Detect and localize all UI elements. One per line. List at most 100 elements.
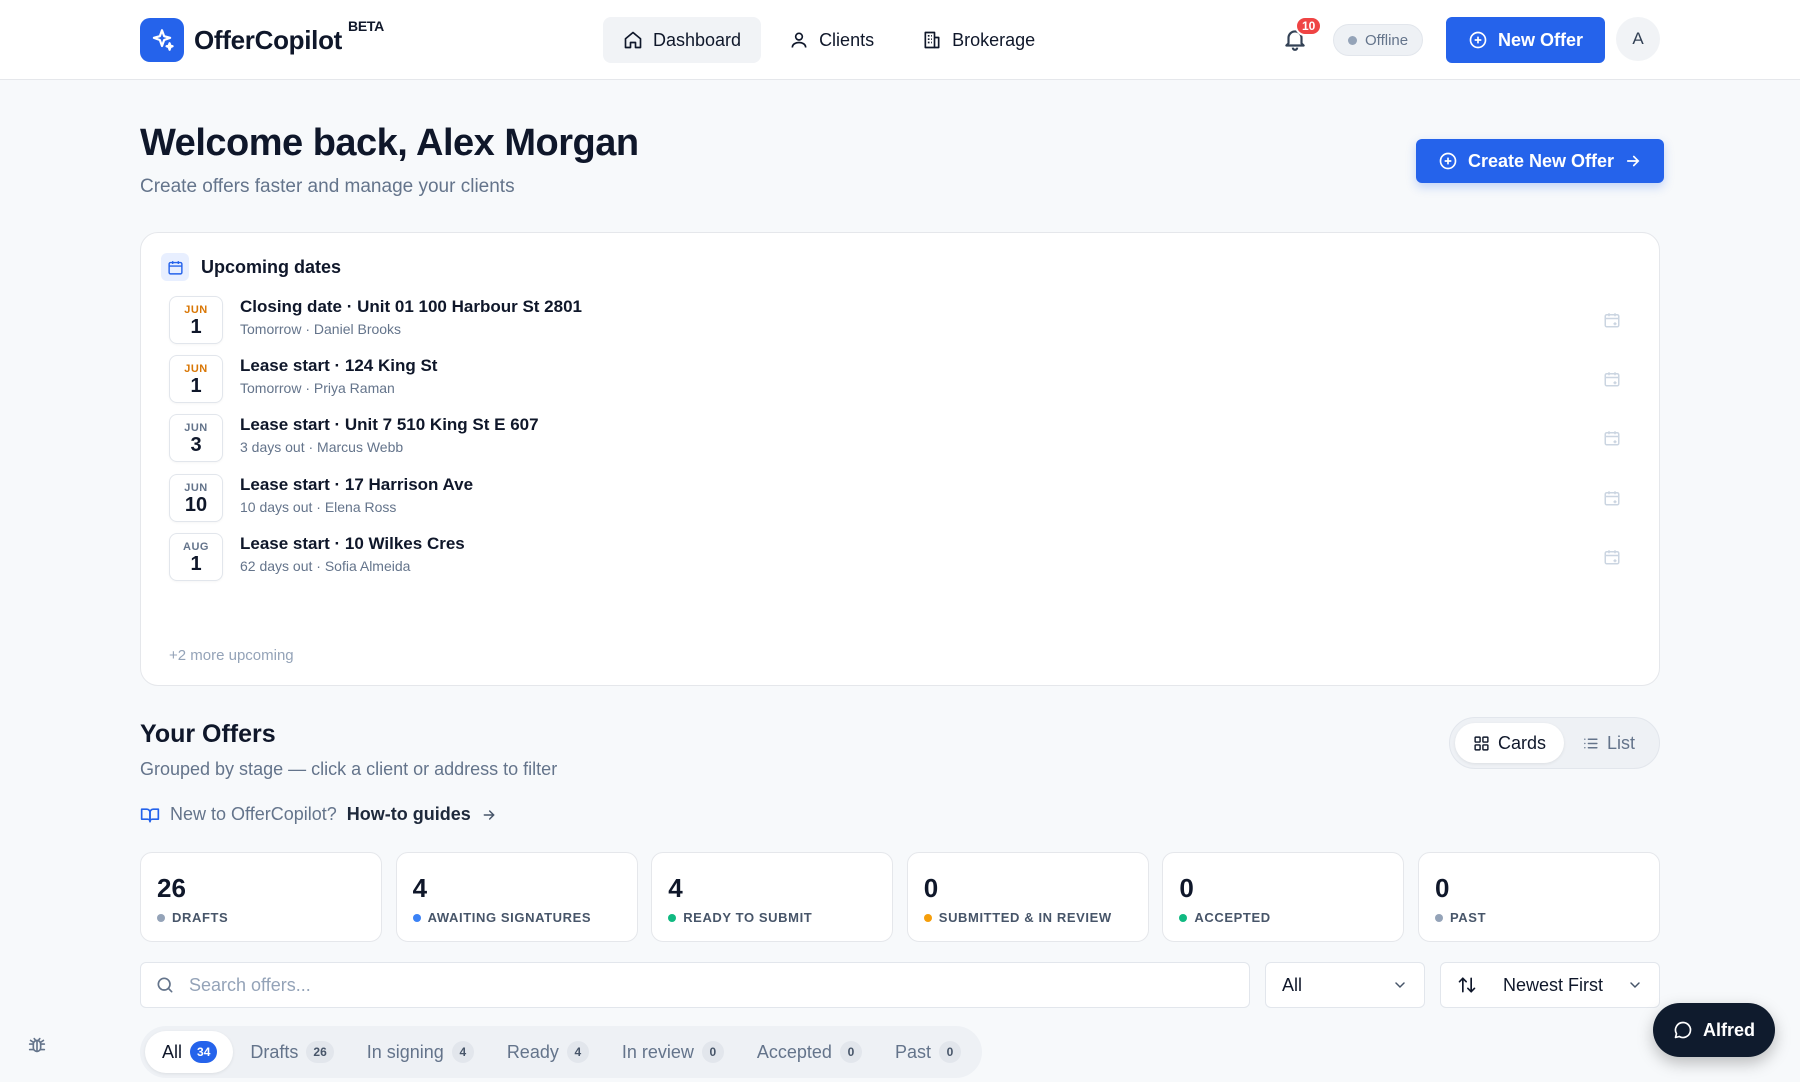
stage-stat-card[interactable]: 0 SUBMITTED & IN REVIEW <box>906 852 1149 942</box>
brand-logo[interactable]: OfferCopilot BETA <box>140 18 384 62</box>
upcoming-dates-card: Upcoming dates JUN 1 Closing date · Unit… <box>140 232 1660 686</box>
top-navigation-bar: OfferCopilot BETA Dashboard Clients Broke… <box>0 0 1800 80</box>
add-to-calendar-icon[interactable] <box>1603 370 1621 388</box>
nav-clients[interactable]: Clients <box>769 17 894 63</box>
status-dot <box>1348 35 1357 45</box>
stage-stat-card[interactable]: 0 PAST <box>1418 852 1660 942</box>
event-subtitle: 10 days out · Elena Ross <box>240 498 397 515</box>
tab-label: In signing <box>366 1041 444 1062</box>
upcoming-event-row[interactable]: JUN 1 Lease start · 124 King St Tomorrow… <box>169 354 1639 404</box>
tab-all[interactable]: All 34 <box>145 1031 234 1073</box>
tab-drafts[interactable]: Drafts 26 <box>233 1031 349 1073</box>
add-to-calendar-icon[interactable] <box>1603 429 1621 447</box>
add-to-calendar-icon[interactable] <box>1603 311 1621 329</box>
offers-section-subtitle: Grouped by stage — click a client or add… <box>140 759 558 779</box>
tab-past[interactable]: Past 0 <box>878 1031 977 1073</box>
home-icon <box>624 31 642 49</box>
main-nav: Dashboard Clients Brokerage <box>603 17 1055 63</box>
page-subtitle: Create offers faster and manage your cli… <box>140 176 515 197</box>
tab-label: Ready <box>506 1041 559 1062</box>
event-subtitle: Tomorrow · Priya Raman <box>240 380 395 397</box>
grid-icon <box>1474 735 1489 751</box>
upcoming-dates-header: Upcoming dates <box>161 253 341 281</box>
create-new-offer-button[interactable]: Create New Offer <box>1416 139 1665 183</box>
upcoming-event-row[interactable]: JUN 10 Lease start · 17 Harrison Ave 10 … <box>169 473 1639 523</box>
sort-select[interactable]: Newest First <box>1440 962 1660 1008</box>
beta-tag: BETA <box>348 17 384 34</box>
event-day: 10 <box>184 493 208 516</box>
add-to-calendar-icon[interactable] <box>1603 489 1621 507</box>
tab-label: All <box>162 1041 183 1062</box>
user-avatar[interactable]: A <box>1616 17 1660 61</box>
view-cards-button[interactable]: Cards <box>1455 723 1565 763</box>
tab-label: In review <box>621 1041 694 1062</box>
nav-dashboard[interactable]: Dashboard <box>603 17 762 63</box>
plus-circle-icon <box>1469 31 1487 49</box>
event-subtitle: 3 days out · Marcus Webb <box>240 439 404 456</box>
tab-label: Past <box>894 1041 931 1062</box>
stat-label-text: AWAITING SIGNATURES <box>427 910 592 925</box>
event-title: Lease start · Unit 7 510 King St E 607 <box>240 415 539 435</box>
event-month: JUN <box>184 304 208 316</box>
alfred-assistant-button[interactable]: Alfred <box>1653 1003 1776 1057</box>
stat-count: 0 <box>923 873 939 903</box>
notification-count-badge: 10 <box>1295 16 1323 36</box>
chat-bubble-icon <box>1674 1021 1692 1039</box>
event-day: 1 <box>190 316 202 338</box>
event-month: JUN <box>184 363 208 376</box>
stat-count: 4 <box>668 873 683 903</box>
tab-count-badge: 34 <box>190 1041 218 1063</box>
stage-dot <box>1435 913 1443 922</box>
event-date-badge: JUN 1 <box>169 296 223 344</box>
calendar-icon <box>161 253 189 281</box>
stage-stat-card[interactable]: 4 READY TO SUBMIT <box>651 852 894 942</box>
arrow-right-icon <box>1626 155 1640 167</box>
event-date-badge: JUN 1 <box>169 355 223 404</box>
stage-stat-card[interactable]: 4 AWAITING SIGNATURES <box>395 852 638 942</box>
new-offer-button[interactable]: New Offer <box>1446 17 1606 63</box>
stage-dot <box>923 913 932 922</box>
event-month: AUG <box>183 540 209 553</box>
upcoming-event-row[interactable]: JUN 3 Lease start · Unit 7 510 King St E… <box>169 413 1639 463</box>
stage-filter-select[interactable]: All <box>1265 962 1425 1008</box>
more-upcoming-link[interactable]: +2 more upcoming <box>169 647 294 664</box>
how-to-guides-link[interactable]: How-to guides <box>347 804 471 825</box>
nav-brokerage[interactable]: Brokerage <box>902 17 1055 63</box>
stat-count: 26 <box>157 873 186 903</box>
event-date-badge: JUN 3 <box>169 414 223 463</box>
stat-label-text: DRAFTS <box>172 910 229 925</box>
upcoming-event-row[interactable]: AUG 1 Lease start · 10 Wilkes Cres 62 da… <box>169 532 1639 582</box>
nav-label: Dashboard <box>653 29 742 50</box>
view-list-button[interactable]: List <box>1564 723 1653 763</box>
create-new-offer-label: Create New Offer <box>1468 150 1615 171</box>
offers-section-title: Your Offers <box>140 720 276 748</box>
event-subtitle: 62 days out · Sofia Almeida <box>240 557 411 574</box>
list-icon <box>1584 738 1598 748</box>
tab-ready[interactable]: Ready 4 <box>490 1031 605 1073</box>
tab-count-badge: 4 <box>451 1041 474 1063</box>
stage-stat-card[interactable]: 0 ACCEPTED <box>1162 852 1405 942</box>
user-icon <box>791 32 807 48</box>
how-to-guides-row: New to OfferCopilot? How-to guides <box>140 804 497 825</box>
search-offers-input[interactable] <box>189 974 1189 996</box>
status-label: Offline <box>1365 31 1409 49</box>
stage-stat-card[interactable]: 26 DRAFTS <box>140 852 382 942</box>
event-day: 1 <box>190 375 202 398</box>
event-title: Lease start · 124 King St <box>240 356 438 376</box>
stat-label: AWAITING SIGNATURES <box>412 910 592 925</box>
chevron-down-icon <box>1630 982 1640 989</box>
event-title: Lease start · 17 Harrison Ave <box>240 474 474 494</box>
stat-label: READY TO SUBMIT <box>668 910 812 925</box>
add-to-calendar-icon[interactable] <box>1603 548 1621 566</box>
upcoming-event-row[interactable]: JUN 1 Closing date · Unit 01 100 Harbour… <box>169 295 1639 345</box>
tab-label: Accepted <box>756 1041 832 1062</box>
tab-count-badge: 26 <box>306 1041 334 1063</box>
tab-in-review[interactable]: In review 0 <box>605 1031 740 1073</box>
bug-icon[interactable] <box>26 1034 48 1056</box>
event-day: 3 <box>190 434 202 457</box>
tab-in-signing[interactable]: In signing 4 <box>350 1031 490 1073</box>
tab-accepted[interactable]: Accepted 0 <box>740 1031 878 1073</box>
sparkle-icon <box>140 18 184 62</box>
stat-count: 0 <box>1435 873 1450 903</box>
book-open-icon <box>140 807 160 822</box>
